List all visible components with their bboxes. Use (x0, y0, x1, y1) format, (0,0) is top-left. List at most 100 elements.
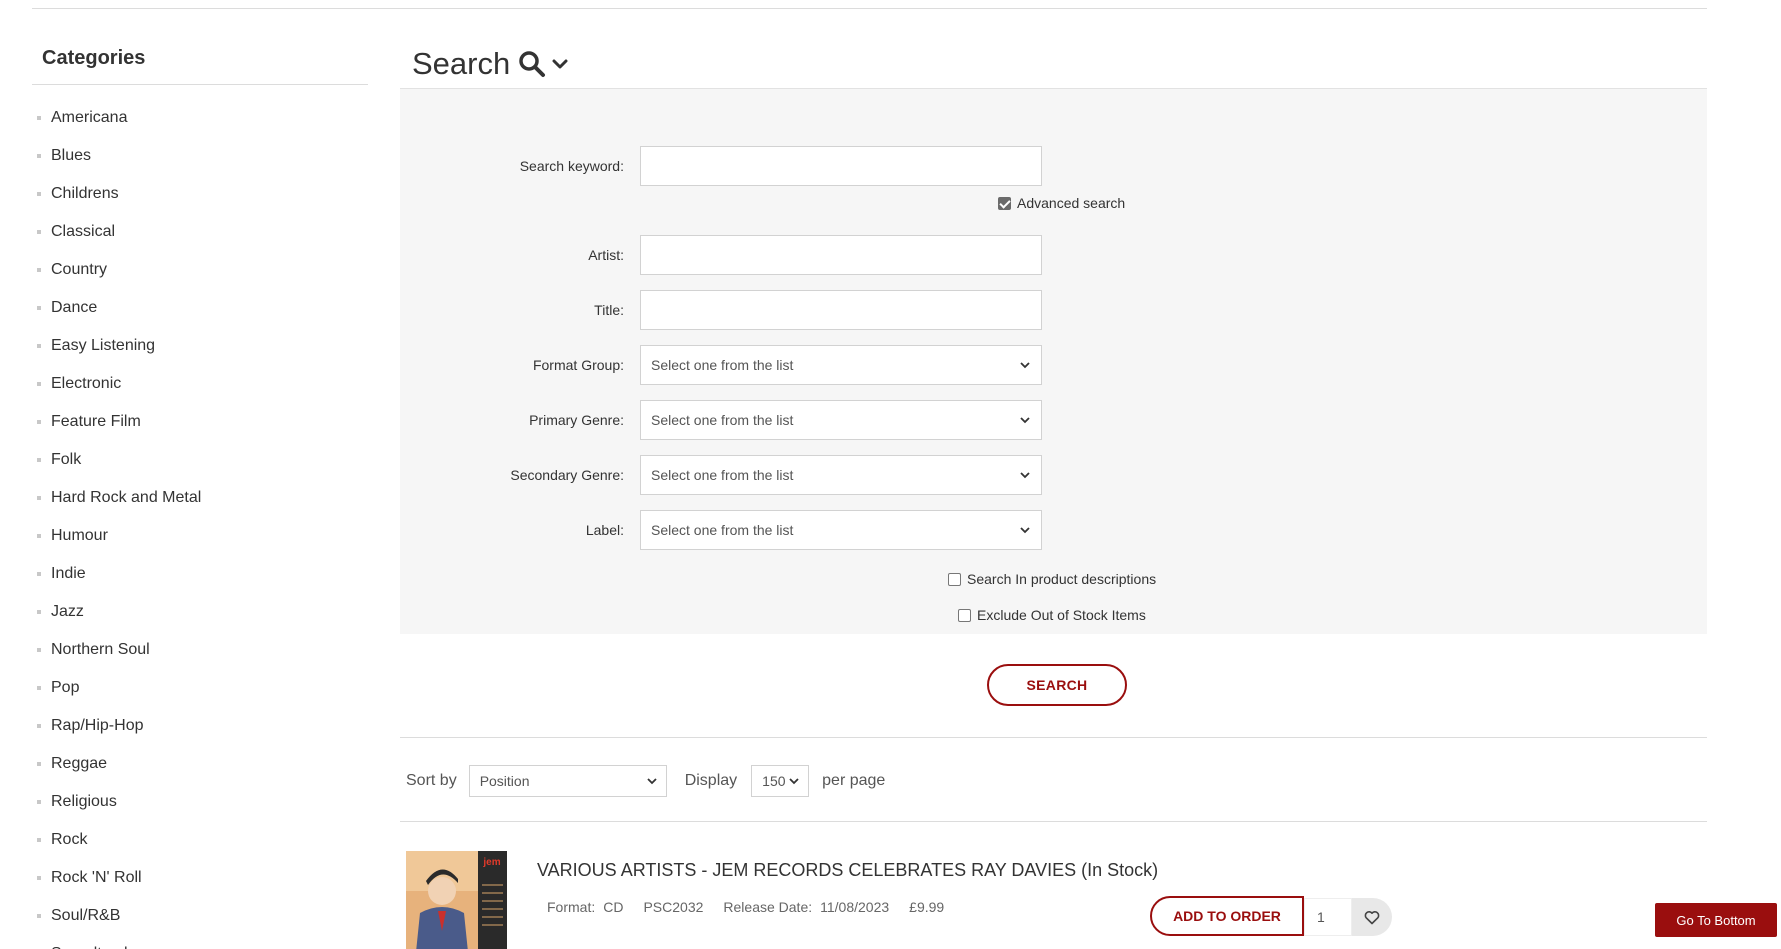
sidebar-item-label: Americana (51, 109, 128, 126)
sidebar-divider (32, 84, 368, 85)
display-label: Display (684, 772, 738, 789)
sidebar-item-label: Pop (51, 679, 80, 696)
sidebar-item-label: Childrens (51, 185, 119, 202)
bullet-icon (37, 268, 41, 272)
advanced-search-checkbox[interactable] (998, 196, 1011, 210)
sidebar-item-northern-soul[interactable]: Northern Soul (32, 631, 368, 669)
sidebar-item-dance[interactable]: Dance (32, 289, 368, 327)
sidebar-item-hard-rock-and-metal[interactable]: Hard Rock and Metal (32, 479, 368, 517)
sidebar-item-label: Indie (51, 565, 86, 582)
heart-icon (1364, 910, 1380, 924)
sidebar-item-electronic[interactable]: Electronic (32, 365, 368, 403)
add-to-order-button[interactable]: ADD TO ORDER (1150, 896, 1304, 936)
format-label: Format: (547, 899, 596, 915)
bullet-icon (37, 648, 41, 652)
search-header[interactable]: Search (400, 40, 1707, 88)
sidebar-item-americana[interactable]: Americana (32, 99, 368, 137)
advanced-search-toggle[interactable]: Advanced search (998, 195, 1125, 211)
bullet-icon (37, 344, 41, 348)
sidebar-item-soundtrack[interactable]: Soundtrack (32, 935, 368, 949)
bullet-icon (37, 686, 41, 690)
primary-genre-select[interactable]: Select one from the list (640, 400, 1042, 440)
chevron-down-icon (647, 778, 657, 785)
title-input[interactable] (640, 290, 1042, 330)
sidebar-item-classical[interactable]: Classical (32, 213, 368, 251)
release-date-label: Release Date: (723, 899, 813, 915)
product-title[interactable]: VARIOUS ARTISTS - JEM RECORDS CELEBRATES… (537, 860, 1158, 881)
bullet-icon (37, 382, 41, 386)
sidebar-item-label: Humour (51, 527, 108, 544)
sidebar-item-feature-film[interactable]: Feature Film (32, 403, 368, 441)
sidebar-item-label: Folk (51, 451, 82, 468)
top-divider (32, 8, 1707, 9)
sidebar-item-rap-hip-hop[interactable]: Rap/Hip-Hop (32, 707, 368, 745)
secondary-genre-select[interactable]: Select one from the list (640, 455, 1042, 495)
product-image[interactable]: jem (406, 851, 507, 949)
go-to-bottom-button[interactable]: Go To Bottom (1655, 903, 1777, 937)
bullet-icon (37, 876, 41, 880)
label-select[interactable]: Select one from the list (640, 510, 1042, 550)
sidebar-item-country[interactable]: Country (32, 251, 368, 289)
sidebar-item-pop[interactable]: Pop (32, 669, 368, 707)
per-page-label: per page (822, 772, 886, 789)
bullet-icon (37, 724, 41, 728)
primary-genre-value: Select one from the list (651, 412, 794, 428)
search-button[interactable]: SEARCH (987, 664, 1127, 706)
exclude-oos-toggle[interactable]: Exclude Out of Stock Items (958, 607, 1146, 623)
keyword-label: Search keyword: (519, 158, 624, 174)
search-descriptions-checkbox[interactable] (948, 572, 961, 586)
chevron-down-icon (1020, 472, 1030, 479)
sidebar-item-blues[interactable]: Blues (32, 137, 368, 175)
exclude-oos-label: Exclude Out of Stock Items (977, 607, 1146, 623)
sidebar-item-label: Country (51, 261, 108, 278)
sidebar-item-rock[interactable]: Rock (32, 821, 368, 859)
sidebar-title: Categories (42, 47, 146, 69)
display-select[interactable]: 150 (751, 765, 810, 797)
quantity-input[interactable]: 1 (1304, 898, 1352, 936)
search-form-panel: Search keyword: Advanced search Artist: … (400, 88, 1707, 634)
keyword-row: Search keyword: (400, 146, 1707, 186)
exclude-oos-checkbox[interactable] (958, 608, 971, 622)
chevron-down-icon (1020, 362, 1030, 369)
sidebar-item-label: Rock (51, 831, 88, 848)
sidebar-item-label: Rap/Hip-Hop (51, 717, 144, 734)
bullet-icon (37, 762, 41, 766)
label-label: Label: (585, 522, 624, 538)
sidebar-item-rock-n-roll[interactable]: Rock 'N' Roll (32, 859, 368, 897)
sidebar-item-label: Reggae (51, 755, 108, 772)
keyword-input[interactable] (640, 146, 1042, 186)
search-descriptions-toggle[interactable]: Search In product descriptions (948, 571, 1156, 587)
format-group-select[interactable]: Select one from the list (640, 345, 1042, 385)
sidebar-item-label: Religious (51, 793, 117, 810)
chevron-down-icon[interactable] (552, 56, 568, 72)
wishlist-button[interactable] (1352, 898, 1392, 936)
sidebar-item-folk[interactable]: Folk (32, 441, 368, 479)
divider (400, 821, 1707, 822)
chevron-down-icon (1020, 417, 1030, 424)
label-value: Select one from the list (651, 522, 794, 538)
sidebar-item-label: Electronic (51, 375, 122, 392)
product-price: £9.99 (909, 899, 945, 915)
artist-input[interactable] (640, 235, 1042, 275)
format-group-value: Select one from the list (651, 357, 794, 373)
sidebar-item-label: Easy Listening (51, 337, 156, 354)
title-row: Title: (400, 290, 1707, 330)
sidebar-item-religious[interactable]: Religious (32, 783, 368, 821)
display-value: 150 (762, 773, 786, 789)
sidebar-item-humour[interactable]: Humour (32, 517, 368, 555)
sort-select[interactable]: Position (468, 765, 667, 797)
advanced-search-label: Advanced search (1017, 195, 1126, 211)
format-value: CD (603, 899, 624, 915)
bullet-icon (37, 192, 41, 196)
sidebar-item-easy-listening[interactable]: Easy Listening (32, 327, 368, 365)
sidebar-item-reggae[interactable]: Reggae (32, 745, 368, 783)
sidebar-item-jazz[interactable]: Jazz (32, 593, 368, 631)
search-descriptions-label: Search In product descriptions (967, 571, 1157, 587)
sidebar-item-label: Blues (51, 147, 92, 164)
sidebar-item-childrens[interactable]: Childrens (32, 175, 368, 213)
sidebar-item-indie[interactable]: Indie (32, 555, 368, 593)
sidebar-item-soul-r-b[interactable]: Soul/R&B (32, 897, 368, 935)
bullet-icon (37, 496, 41, 500)
bullet-icon (37, 458, 41, 462)
sort-value: Position (479, 773, 530, 789)
